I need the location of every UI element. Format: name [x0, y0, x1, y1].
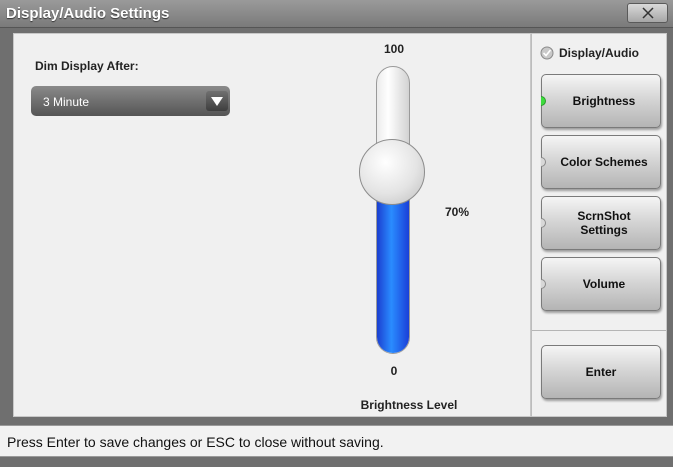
status-text: Press Enter to save changes or ESC to cl… — [7, 434, 384, 450]
brightness-slider-thumb[interactable] — [359, 139, 425, 205]
enter-button-label: Enter — [585, 365, 617, 379]
dropdown-arrow-button[interactable] — [206, 91, 228, 111]
brightness-slider-fill — [377, 191, 409, 353]
side-menu-header: Display/Audio — [540, 46, 639, 60]
side-divider — [532, 330, 666, 331]
close-button[interactable] — [627, 3, 668, 23]
enter-button[interactable]: Enter — [541, 345, 661, 399]
indicator-led — [541, 279, 546, 289]
indicator-led — [541, 218, 546, 228]
window-title: Display/Audio Settings — [6, 5, 170, 22]
indicator-led — [541, 157, 546, 167]
main-panel: Dim Display After: 3 Minute 100 0 70% Br… — [13, 33, 531, 417]
color-schemes-button-label: Color Schemes — [560, 155, 648, 169]
scrnshot-settings-button[interactable]: ScrnShot Settings — [541, 196, 661, 250]
brightness-button[interactable]: Brightness — [541, 74, 661, 128]
brightness-caption: Brightness Level — [360, 398, 458, 412]
settings-window: Display/Audio Settings Dim Display After… — [0, 0, 673, 467]
chevron-down-icon — [211, 97, 223, 106]
brightness-button-label: Brightness — [572, 94, 636, 108]
color-schemes-button[interactable]: Color Schemes — [541, 135, 661, 189]
brightness-slider-track[interactable] — [376, 66, 410, 354]
side-panel: Display/Audio Brightness Color Schemes S… — [531, 33, 667, 417]
scrnshot-settings-button-label: ScrnShot Settings — [577, 209, 631, 237]
side-menu-title: Display/Audio — [559, 46, 640, 60]
title-bar: Display/Audio Settings — [0, 0, 673, 28]
active-indicator-led — [541, 96, 546, 106]
volume-button[interactable]: Volume — [541, 257, 661, 311]
status-bar: Press Enter to save changes or ESC to cl… — [0, 425, 673, 457]
dim-display-value: 3 Minute — [43, 95, 90, 109]
close-icon — [641, 7, 654, 19]
slider-min-label: 0 — [390, 364, 398, 378]
slider-max-label: 100 — [383, 42, 405, 56]
dim-display-label: Dim Display After: — [35, 59, 139, 73]
volume-button-label: Volume — [582, 277, 626, 291]
dim-display-dropdown[interactable]: 3 Minute — [31, 86, 230, 116]
brightness-value: 70% — [445, 205, 470, 219]
check-circle-icon — [540, 46, 554, 60]
